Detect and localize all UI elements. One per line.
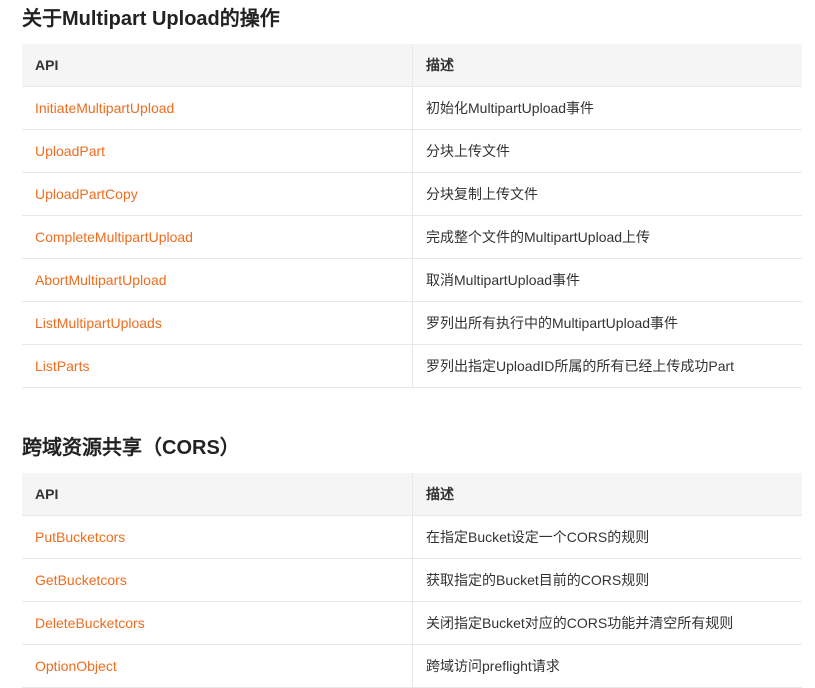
api-link[interactable]: ListMultipartUploads: [35, 315, 162, 331]
api-link[interactable]: ListParts: [35, 358, 89, 374]
description-cell: 获取指定的Bucket目前的CORS规则: [412, 558, 802, 602]
table-header-row: API 描述: [22, 44, 802, 87]
api-cell: PutBucketcors: [22, 515, 413, 559]
api-cell: ListMultipartUploads: [22, 301, 413, 345]
description-cell: 分块上传文件: [412, 129, 802, 173]
api-link[interactable]: PutBucketcors: [35, 529, 125, 545]
column-header-api: API: [22, 473, 413, 516]
table-row: PutBucketcors 在指定Bucket设定一个CORS的规则: [22, 515, 802, 559]
api-link[interactable]: DeleteBucketcors: [35, 615, 145, 631]
table-row: OptionObject 跨域访问preflight请求: [22, 644, 802, 688]
description-cell: 罗列出所有执行中的MultipartUpload事件: [412, 301, 802, 345]
table-row: UploadPartCopy 分块复制上传文件: [22, 172, 802, 216]
api-table: API 描述 PutBucketcors 在指定Bucket设定一个CORS的规…: [22, 473, 802, 688]
api-link[interactable]: CompleteMultipartUpload: [35, 229, 193, 245]
api-cell: OptionObject: [22, 644, 413, 688]
api-link[interactable]: AbortMultipartUpload: [35, 272, 167, 288]
table-row: DeleteBucketcors 关闭指定Bucket对应的CORS功能并清空所…: [22, 601, 802, 645]
description-cell: 完成整个文件的MultipartUpload上传: [412, 215, 802, 259]
description-cell: 分块复制上传文件: [412, 172, 802, 216]
multipart-section: 关于Multipart Upload的操作 API 描述 InitiateMul…: [22, 4, 802, 388]
section-title: 关于Multipart Upload的操作: [22, 8, 280, 30]
table-row: GetBucketcors 获取指定的Bucket目前的CORS规则: [22, 558, 802, 602]
column-header-api: API: [22, 44, 413, 87]
table-row: UploadPart 分块上传文件: [22, 129, 802, 173]
column-header-description: 描述: [412, 473, 802, 516]
api-cell: UploadPart: [22, 129, 413, 173]
api-table: API 描述 InitiateMultipartUpload 初始化Multip…: [22, 44, 802, 388]
column-header-description: 描述: [412, 44, 802, 87]
section-title: 跨域资源共享（CORS）: [22, 437, 240, 459]
api-cell: UploadPartCopy: [22, 172, 413, 216]
table-row: AbortMultipartUpload 取消MultipartUpload事件: [22, 258, 802, 302]
description-cell: 取消MultipartUpload事件: [412, 258, 802, 302]
api-cell: ListParts: [22, 344, 413, 388]
description-cell: 关闭指定Bucket对应的CORS功能并清空所有规则: [412, 601, 802, 645]
api-cell: GetBucketcors: [22, 558, 413, 602]
description-cell: 跨域访问preflight请求: [412, 644, 802, 688]
description-cell: 罗列出指定UploadID所属的所有已经上传成功Part: [412, 344, 802, 388]
api-cell: AbortMultipartUpload: [22, 258, 413, 302]
api-link[interactable]: UploadPartCopy: [35, 186, 138, 202]
table-row: ListParts 罗列出指定UploadID所属的所有已经上传成功Part: [22, 344, 802, 388]
table-row: InitiateMultipartUpload 初始化MultipartUplo…: [22, 86, 802, 130]
api-link[interactable]: OptionObject: [35, 658, 117, 674]
description-cell: 初始化MultipartUpload事件: [412, 86, 802, 130]
table-row: ListMultipartUploads 罗列出所有执行中的MultipartU…: [22, 301, 802, 345]
description-cell: 在指定Bucket设定一个CORS的规则: [412, 515, 802, 559]
table-header-row: API 描述: [22, 473, 802, 516]
api-link[interactable]: GetBucketcors: [35, 572, 127, 588]
api-cell: InitiateMultipartUpload: [22, 86, 413, 130]
table-row: CompleteMultipartUpload 完成整个文件的Multipart…: [22, 215, 802, 259]
api-link[interactable]: InitiateMultipartUpload: [35, 100, 174, 116]
api-cell: DeleteBucketcors: [22, 601, 413, 645]
cors-section: 跨域资源共享（CORS） API 描述 PutBucketcors 在指定Buc…: [22, 433, 802, 688]
api-cell: CompleteMultipartUpload: [22, 215, 413, 259]
api-link[interactable]: UploadPart: [35, 143, 105, 159]
